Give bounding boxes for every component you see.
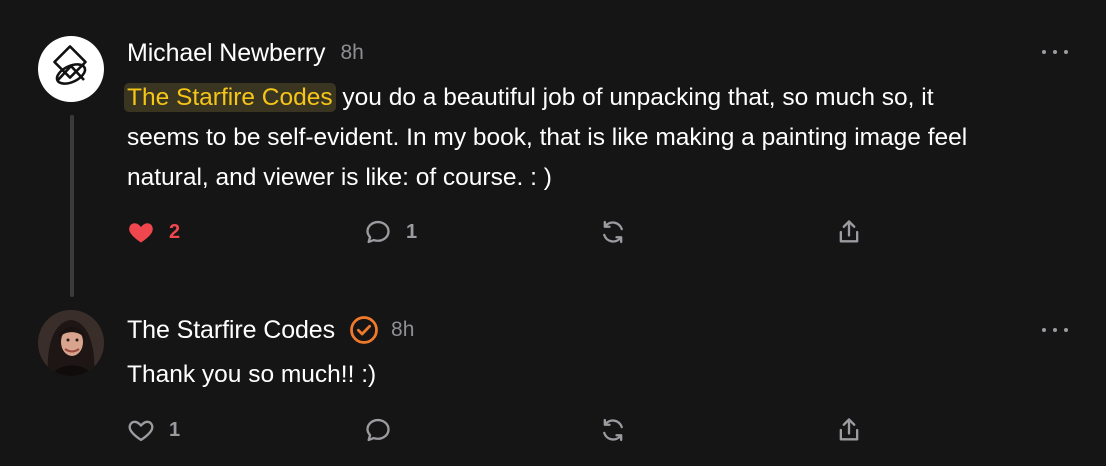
comment-body: The Starfire Codes you do a beautiful jo… [124, 78, 1077, 198]
user-mention[interactable]: The Starfire Codes [124, 83, 336, 112]
like-button[interactable]: 1 [127, 415, 180, 445]
restack-button[interactable] [599, 415, 627, 445]
share-button[interactable] [835, 415, 863, 445]
share-upload-icon [839, 220, 859, 243]
dot-icon [1064, 50, 1068, 54]
avatar[interactable] [38, 310, 104, 376]
heart-outline-icon [128, 420, 154, 442]
comment-body: Thank you so much!! :) [127, 355, 1077, 395]
share-upload-icon [839, 418, 859, 441]
restack-button[interactable] [599, 217, 627, 247]
like-button[interactable]: 2 [127, 217, 180, 247]
verified-badge-icon [350, 316, 378, 344]
comment-thread: Michael Newberry 8h The Starfire Codes y… [0, 0, 1106, 466]
reply-button[interactable]: 1 [364, 217, 417, 247]
avatar[interactable] [38, 36, 104, 102]
dot-icon [1053, 328, 1057, 332]
comment-header: The Starfire Codes 8h [127, 313, 414, 347]
dot-icon [1042, 50, 1046, 54]
overlapping-shapes-logo-icon [53, 45, 87, 85]
comment-text: you do a beautiful job of unpacking that… [335, 84, 934, 111]
heart-filled-icon [129, 223, 153, 243]
timestamp[interactable]: 8h [391, 318, 414, 342]
like-count: 1 [169, 418, 181, 441]
dot-icon [1064, 328, 1068, 332]
reply-button[interactable] [364, 415, 406, 445]
dot-icon [1042, 328, 1046, 332]
reply-count: 1 [406, 220, 418, 243]
comment-line: The Starfire Codes you do a beautiful jo… [124, 78, 1077, 118]
speech-bubble-icon [366, 418, 390, 442]
speech-bubble-icon [366, 220, 390, 244]
comment-line: seems to be self-evident. In my book, th… [127, 124, 968, 151]
like-count: 2 [169, 220, 181, 243]
user-photo-icon [38, 310, 104, 376]
share-button[interactable] [835, 217, 863, 247]
more-options-button[interactable] [1042, 326, 1068, 334]
dot-icon [1053, 50, 1057, 54]
comment-text: Thank you so much!! :) [127, 361, 377, 388]
more-options-button[interactable] [1042, 48, 1068, 56]
refresh-arrows-icon [603, 418, 623, 442]
refresh-arrows-icon [603, 220, 623, 244]
comment-header: Michael Newberry 8h [127, 36, 364, 70]
comment-line: natural, and viewer is like: of course. … [127, 164, 552, 191]
author-name[interactable]: The Starfire Codes [127, 316, 335, 345]
timestamp[interactable]: 8h [340, 41, 363, 65]
author-name[interactable]: Michael Newberry [127, 39, 326, 68]
thread-connector-line [70, 115, 74, 297]
